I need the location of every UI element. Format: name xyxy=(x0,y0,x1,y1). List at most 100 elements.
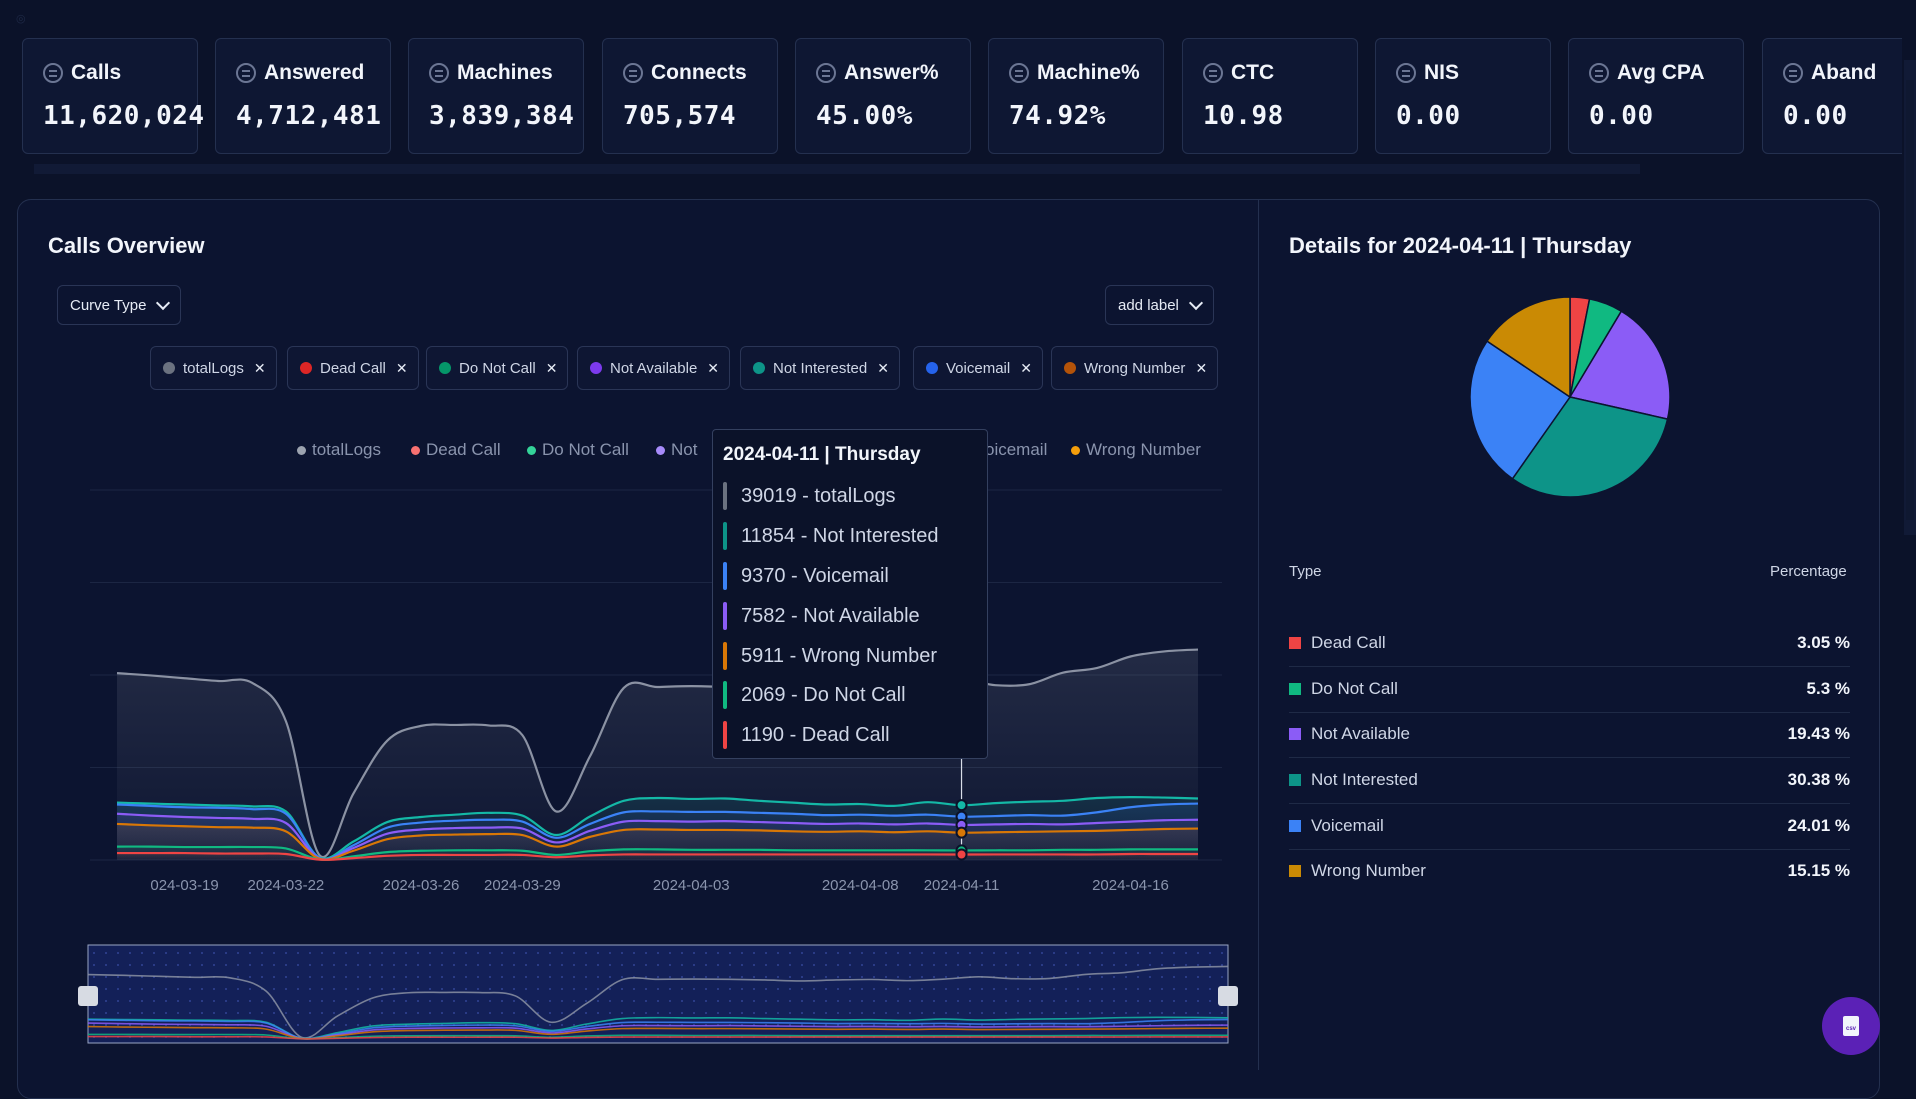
zoom-dot xyxy=(105,1024,107,1026)
zoom-dot xyxy=(501,964,503,966)
zoom-dot xyxy=(885,988,887,990)
zoom-dot xyxy=(1173,1012,1175,1014)
highlight-point xyxy=(955,848,968,861)
row-type: Do Not Call xyxy=(1311,679,1398,698)
zoom-dot xyxy=(297,1024,299,1026)
table-row: Wrong Number 15.15 % xyxy=(1289,849,1850,894)
zoom-dot xyxy=(333,964,335,966)
export-csv-button[interactable]: csv xyxy=(1822,997,1880,1055)
zoom-dot xyxy=(1101,988,1103,990)
table-row: Voicemail 24.01 % xyxy=(1289,804,1850,850)
zoom-dot xyxy=(261,1012,263,1014)
zoom-dot xyxy=(777,976,779,978)
zoom-dot xyxy=(837,976,839,978)
zoom-dot xyxy=(1161,1012,1163,1014)
zoom-dot xyxy=(1005,952,1007,954)
calls-line-chart[interactable]: 024-03-19 2024-03-22 2024-03-26 2024-03-29 2… xyxy=(0,0,1240,1070)
zoom-dot xyxy=(1197,964,1199,966)
zoom-dot xyxy=(1125,952,1127,954)
zoom-dot xyxy=(909,976,911,978)
zoom-dot xyxy=(261,952,263,954)
zoom-dot xyxy=(933,1024,935,1026)
zoom-dot xyxy=(129,1012,131,1014)
zoom-dot xyxy=(153,988,155,990)
zoom-dot xyxy=(141,964,143,966)
zoom-dot xyxy=(945,952,947,954)
zoom-dot xyxy=(285,964,287,966)
zoom-dot xyxy=(117,1012,119,1014)
zoom-dot xyxy=(765,964,767,966)
zoom-dot xyxy=(333,1012,335,1014)
zoom-dot xyxy=(285,1012,287,1014)
zoom-dot xyxy=(1101,1024,1103,1026)
zoom-dot xyxy=(657,964,659,966)
zoom-dot xyxy=(177,964,179,966)
zoom-dot xyxy=(165,988,167,990)
zoom-dot xyxy=(189,964,191,966)
series-marker xyxy=(723,721,727,749)
zoom-dot xyxy=(1089,1000,1091,1002)
zoom-dot xyxy=(885,976,887,978)
zoom-dot xyxy=(861,1012,863,1014)
row-percentage: 30.38 % xyxy=(1787,770,1850,789)
zoom-dot xyxy=(861,964,863,966)
zoom-dot xyxy=(897,964,899,966)
color-swatch xyxy=(1289,728,1301,740)
zoom-dot xyxy=(129,976,131,978)
zoom-dot xyxy=(165,964,167,966)
zoom-dot xyxy=(297,976,299,978)
zoom-dot xyxy=(573,952,575,954)
zoom-dot xyxy=(249,976,251,978)
zoom-dot xyxy=(321,964,323,966)
zoom-dot xyxy=(957,1012,959,1014)
zoom-dot xyxy=(813,1012,815,1014)
zoom-dot xyxy=(477,964,479,966)
zoom-dot xyxy=(213,952,215,954)
zoom-dot xyxy=(657,988,659,990)
zoom-dot xyxy=(837,952,839,954)
details-pie-chart[interactable] xyxy=(1460,287,1680,507)
zoom-dot xyxy=(609,1000,611,1002)
zoom-dot xyxy=(189,988,191,990)
zoom-dot xyxy=(489,988,491,990)
column-type-header: Type xyxy=(1289,563,1322,580)
zoom-dot xyxy=(753,976,755,978)
row-type: Dead Call xyxy=(1311,633,1386,652)
zoom-dot xyxy=(309,976,311,978)
zoom-dot xyxy=(105,964,107,966)
zoom-dot xyxy=(429,1012,431,1014)
zoom-dot xyxy=(309,1000,311,1002)
table-row: Do Not Call 5.3 % xyxy=(1289,667,1850,713)
zoom-dot xyxy=(717,988,719,990)
zoom-dot xyxy=(585,1000,587,1002)
zoom-dot xyxy=(345,1000,347,1002)
zoom-dot xyxy=(537,964,539,966)
zoom-dot xyxy=(1017,988,1019,990)
zoom-dot xyxy=(501,988,503,990)
zoom-dot xyxy=(933,964,935,966)
zoom-dot xyxy=(165,1000,167,1002)
zoom-dot xyxy=(969,1000,971,1002)
row-type: Not Available xyxy=(1311,724,1410,743)
vertical-scrollbar[interactable] xyxy=(1904,60,1916,535)
zoom-dot xyxy=(861,976,863,978)
zoom-dot xyxy=(873,1000,875,1002)
zoom-dot xyxy=(801,976,803,978)
zoom-dot xyxy=(333,1000,335,1002)
zoom-dot xyxy=(1125,988,1127,990)
color-swatch xyxy=(1289,637,1301,649)
zoom-dot xyxy=(885,1024,887,1026)
zoom-dot xyxy=(729,988,731,990)
zoom-dot xyxy=(837,1012,839,1014)
zoom-dot xyxy=(549,964,551,966)
zoom-dot xyxy=(237,964,239,966)
zoom-dot xyxy=(393,1012,395,1014)
zoom-dot xyxy=(861,1024,863,1026)
zoom-dot xyxy=(393,952,395,954)
tooltip-row-text: 39019 - totalLogs xyxy=(741,484,896,507)
zoom-dot xyxy=(825,1024,827,1026)
zoom-dot xyxy=(969,964,971,966)
zoom-dot xyxy=(573,1000,575,1002)
zoom-dot xyxy=(237,1000,239,1002)
zoom-dot xyxy=(813,976,815,978)
